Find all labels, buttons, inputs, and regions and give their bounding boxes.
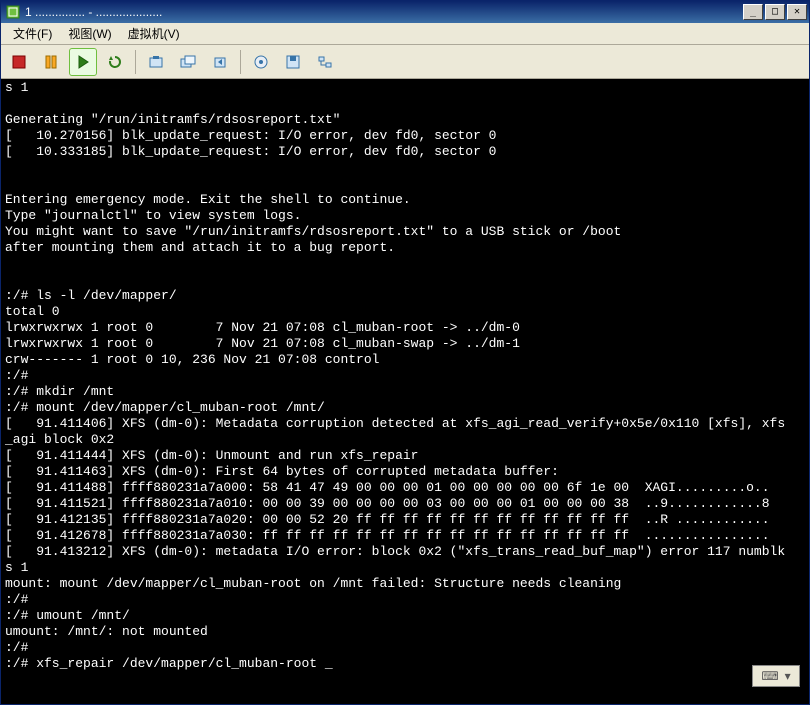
menu-view[interactable]: 视图(W) [60, 23, 119, 44]
stop-button[interactable] [5, 48, 33, 76]
close-button[interactable]: ✕ [787, 4, 807, 20]
dropdown-arrow-icon: ▾ [785, 669, 791, 683]
network-button[interactable] [311, 48, 339, 76]
window-title: 1 ............... - .................... [25, 5, 743, 19]
cd-dvd-button[interactable] [247, 48, 275, 76]
menu-vm[interactable]: 虚拟机(V) [120, 23, 188, 44]
floppy-button[interactable] [279, 48, 307, 76]
revert-snapshot-button[interactable] [206, 48, 234, 76]
maximize-button[interactable]: □ [765, 4, 785, 20]
menu-file[interactable]: 文件(F) [5, 23, 60, 44]
console-output[interactable]: s 1 Generating "/run/initramfs/rdsosrepo… [1, 79, 809, 704]
reset-button[interactable] [101, 48, 129, 76]
toolbar [1, 45, 809, 79]
menubar: 文件(F) 视图(W) 虚拟机(V) [1, 23, 809, 45]
toolbar-separator [135, 50, 136, 74]
minimize-button[interactable]: _ [743, 4, 763, 20]
input-grab-indicator[interactable]: ⌨ ▾ [752, 665, 800, 687]
play-button[interactable] [69, 48, 97, 76]
app-icon [5, 4, 21, 20]
snapshot-button[interactable] [142, 48, 170, 76]
vm-console-window: 1 ............... - ....................… [0, 0, 810, 705]
snapshot-manager-button[interactable] [174, 48, 202, 76]
titlebar-button-group: _ □ ✕ [743, 4, 807, 20]
keyboard-icon: ⌨ [761, 669, 778, 683]
toolbar-separator [240, 50, 241, 74]
titlebar[interactable]: 1 ............... - ....................… [1, 1, 809, 23]
pause-button[interactable] [37, 48, 65, 76]
